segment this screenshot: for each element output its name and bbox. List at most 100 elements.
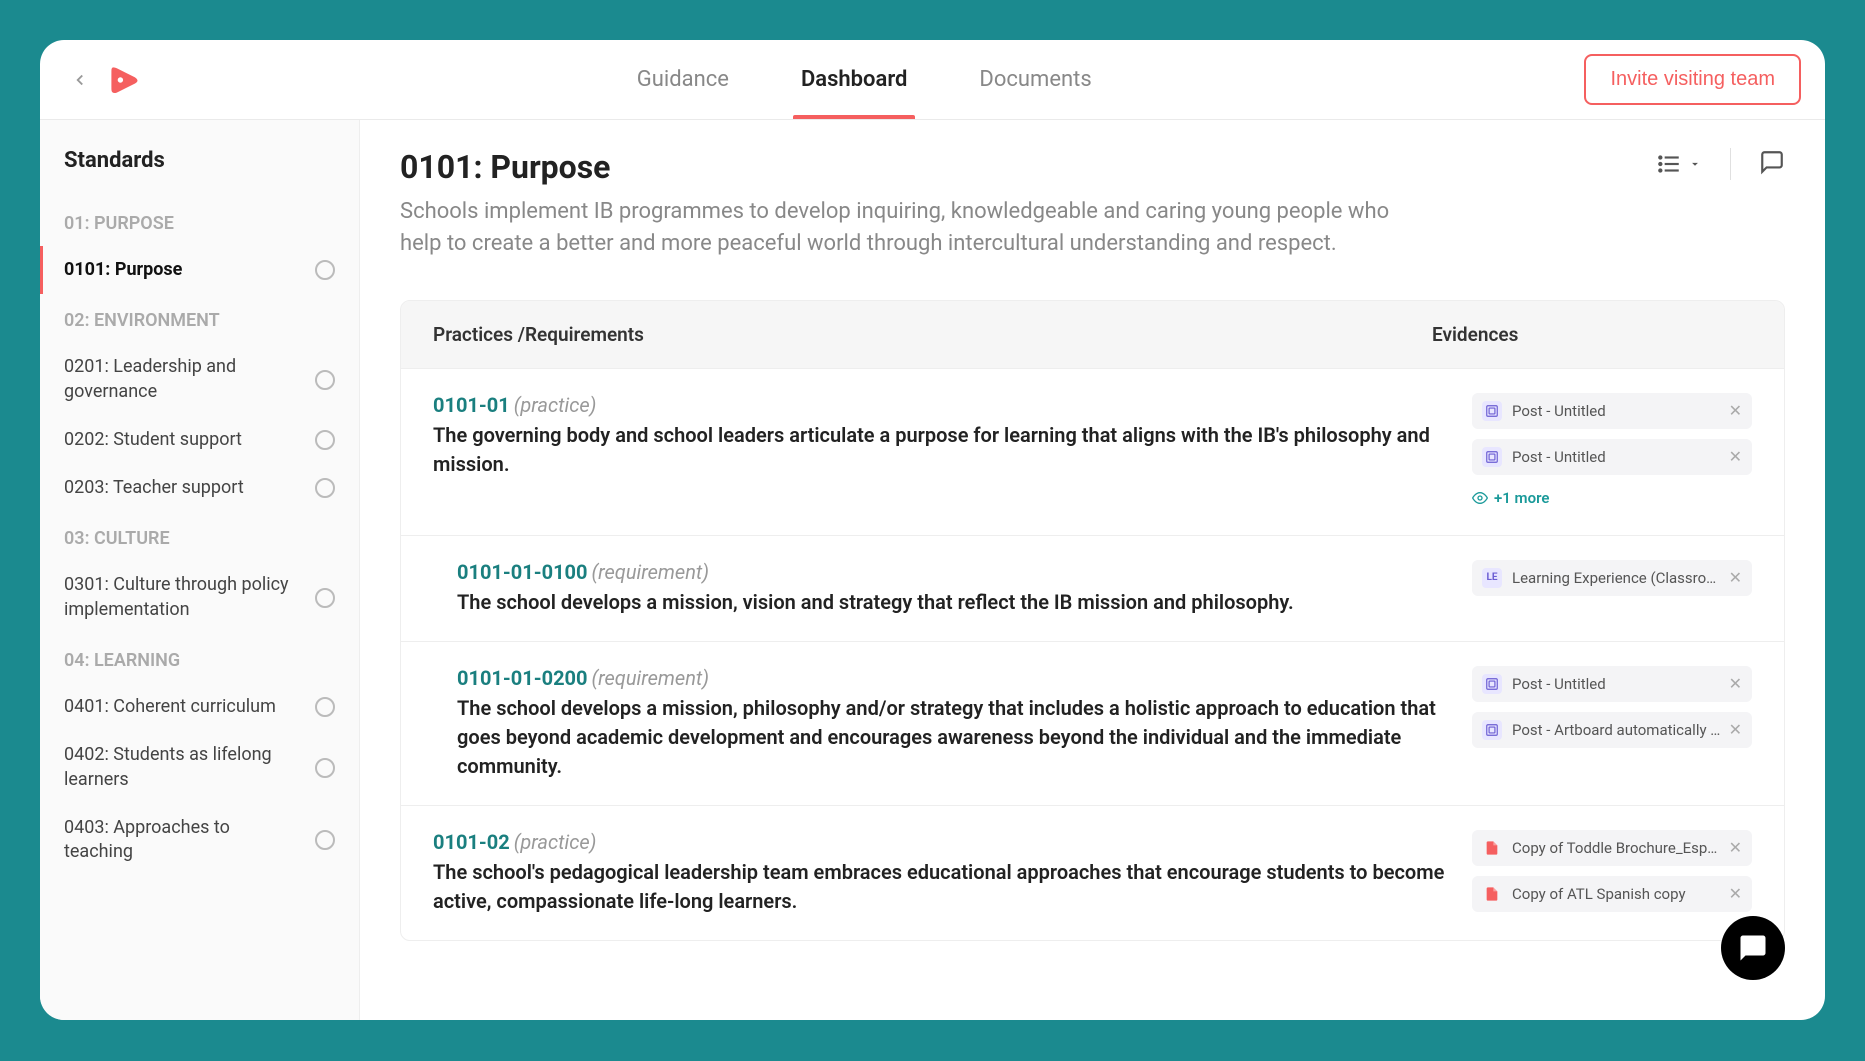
- remove-evidence-button[interactable]: ✕: [1729, 401, 1742, 420]
- table-header: Practices /Requirements Evidences: [401, 301, 1784, 368]
- evidence-list: Copy of Toddle Brochure_Español✕Copy of …: [1472, 830, 1752, 912]
- sidebar-item-label: 0401: Coherent curriculum: [64, 695, 315, 719]
- nav-tabs: Guidance Dashboard Documents: [144, 40, 1584, 119]
- sidebar-item[interactable]: 0203: Teacher support: [40, 464, 359, 512]
- topbar: Guidance Dashboard Documents Invite visiti…: [40, 40, 1825, 120]
- comment-icon: [1759, 149, 1785, 175]
- remove-evidence-button[interactable]: ✕: [1729, 720, 1742, 739]
- remove-evidence-button[interactable]: ✕: [1729, 568, 1742, 587]
- sidebar-title: Standards: [40, 148, 359, 197]
- practice-type: (practice): [514, 830, 597, 854]
- practice-desc: The school's pedagogical leadership team…: [433, 858, 1448, 916]
- divider: [1730, 148, 1731, 180]
- practice-code: 0101-01: [433, 393, 510, 417]
- practice-text: 0101-01-0200 (requirement) The school dev…: [457, 666, 1472, 781]
- sidebar-item-label: 0202: Student support: [64, 428, 315, 452]
- evidence-label: Learning Experience (Classroom...: [1512, 569, 1721, 587]
- evidence-item[interactable]: Post - Untitled ✕: [1472, 439, 1752, 475]
- evidence-list: Post - Untitled✕Post - Artboard automati…: [1472, 666, 1752, 748]
- logo: [104, 60, 144, 100]
- evidence-label: Copy of ATL Spanish copy: [1512, 885, 1721, 903]
- practice-code: 0101-02: [433, 830, 510, 854]
- status-circle-icon: [315, 588, 335, 608]
- evidence-item[interactable]: Copy of ATL Spanish copy ✕: [1472, 876, 1752, 912]
- nav-tab-guidance[interactable]: Guidance: [629, 40, 737, 119]
- page-title: 0101: Purpose: [400, 148, 1420, 186]
- sidebar: Standards 01: PURPOSE 0101: Purpose 02: EN…: [40, 120, 360, 1020]
- chevron-down-icon: [1688, 157, 1702, 171]
- chat-launcher[interactable]: [1721, 916, 1785, 980]
- nav-tab-dashboard[interactable]: Dashboard: [793, 40, 915, 119]
- evidence-more-link[interactable]: +1 more: [1472, 485, 1752, 511]
- evidence-item[interactable]: Post - Untitled ✕: [1472, 666, 1752, 702]
- status-circle-icon: [315, 430, 335, 450]
- sidebar-section-header: 02: ENVIRONMENT: [40, 294, 359, 343]
- evidence-label: Post - Untitled: [1512, 448, 1721, 466]
- practice-code: 0101-01-0100: [457, 560, 588, 584]
- status-circle-icon: [315, 260, 335, 280]
- view-toggle[interactable]: [1656, 151, 1702, 177]
- pdf-icon: [1482, 884, 1502, 904]
- status-circle-icon: [315, 758, 335, 778]
- sidebar-item-label: 0101: Purpose: [64, 258, 315, 282]
- evidence-item[interactable]: Post - Artboard automatically shi...✕: [1472, 712, 1752, 748]
- status-circle-icon: [315, 370, 335, 390]
- sidebar-section-header: 03: CULTURE: [40, 512, 359, 561]
- sidebar-item[interactable]: 0301: Culture through policy implementat…: [40, 561, 359, 634]
- status-circle-icon: [315, 697, 335, 717]
- back-button[interactable]: [64, 64, 96, 96]
- practice-desc: The school develops a mission, philosoph…: [457, 694, 1448, 781]
- remove-evidence-button[interactable]: ✕: [1729, 838, 1742, 857]
- practice-desc: The governing body and school leaders ar…: [433, 421, 1448, 479]
- remove-evidence-button[interactable]: ✕: [1729, 447, 1742, 466]
- list-icon: [1656, 151, 1682, 177]
- pdf-icon: [1482, 838, 1502, 858]
- le-icon: LE: [1482, 568, 1502, 588]
- nav-tab-documents[interactable]: Documents: [971, 40, 1099, 119]
- evidence-list: LE Learning Experience (Classroom... ✕: [1472, 560, 1752, 596]
- sidebar-item-label: 0402: Students as lifelong learners: [64, 743, 315, 792]
- status-circle-icon: [315, 478, 335, 498]
- sidebar-item-label: 0201: Leadership and governance: [64, 355, 315, 404]
- remove-evidence-button[interactable]: ✕: [1729, 674, 1742, 693]
- practice-code: 0101-01-0200: [457, 666, 588, 690]
- sidebar-item[interactable]: 0201: Leadership and governance: [40, 343, 359, 416]
- evidence-list: Post - Untitled✕Post - Untitled✕+1 more: [1472, 393, 1752, 511]
- main-panel: 0101: Purpose Schools implement IB progr…: [360, 120, 1825, 1020]
- sidebar-item-label: 0203: Teacher support: [64, 476, 315, 500]
- sidebar-item[interactable]: 0402: Students as lifelong learners: [40, 731, 359, 804]
- post-icon: [1482, 674, 1502, 694]
- practice-row: 0101-01 (practice)The governing body and…: [401, 368, 1784, 535]
- invite-button[interactable]: Invite visiting team: [1584, 54, 1801, 105]
- practice-desc: The school develops a mission, vision an…: [457, 588, 1448, 617]
- header-actions: [1656, 148, 1785, 180]
- sidebar-section-header: 01: PURPOSE: [40, 197, 359, 246]
- sidebar-section-header: 04: LEARNING: [40, 634, 359, 683]
- practices-table: Practices /Requirements Evidences 0101-0…: [400, 300, 1785, 941]
- page-header: 0101: Purpose Schools implement IB progr…: [400, 148, 1785, 260]
- chat-icon: [1738, 933, 1768, 963]
- comments-button[interactable]: [1759, 149, 1785, 179]
- post-icon: [1482, 401, 1502, 421]
- sidebar-item[interactable]: 0101: Purpose: [40, 246, 359, 294]
- sidebar-item[interactable]: 0401: Coherent curriculum: [40, 683, 359, 731]
- sidebar-item[interactable]: 0403: Approaches to teaching: [40, 804, 359, 877]
- evidence-label: Copy of Toddle Brochure_Español: [1512, 839, 1721, 857]
- practice-text: 0101-01-0100 (requirement) The school dev…: [457, 560, 1472, 617]
- practice-type: (requirement): [591, 560, 709, 584]
- page-description: Schools implement IB programmes to devel…: [400, 196, 1420, 260]
- practice-row: 0101-01-0200 (requirement) The school dev…: [401, 641, 1784, 805]
- evidence-label: Post - Untitled: [1512, 675, 1721, 693]
- content-area: Standards 01: PURPOSE 0101: Purpose 02: EN…: [40, 120, 1825, 1020]
- col-header-practices: Practices /Requirements: [433, 323, 1432, 346]
- evidence-item[interactable]: LE Learning Experience (Classroom... ✕: [1472, 560, 1752, 596]
- post-icon: [1482, 447, 1502, 467]
- status-circle-icon: [315, 830, 335, 850]
- evidence-item[interactable]: Copy of Toddle Brochure_Español ✕: [1472, 830, 1752, 866]
- col-header-evidences: Evidences: [1432, 323, 1752, 346]
- sidebar-item[interactable]: 0202: Student support: [40, 416, 359, 464]
- practice-type: (requirement): [591, 666, 709, 690]
- practice-text: 0101-01 (practice)The governing body and…: [433, 393, 1472, 479]
- evidence-item[interactable]: Post - Untitled✕: [1472, 393, 1752, 429]
- remove-evidence-button[interactable]: ✕: [1729, 884, 1742, 903]
